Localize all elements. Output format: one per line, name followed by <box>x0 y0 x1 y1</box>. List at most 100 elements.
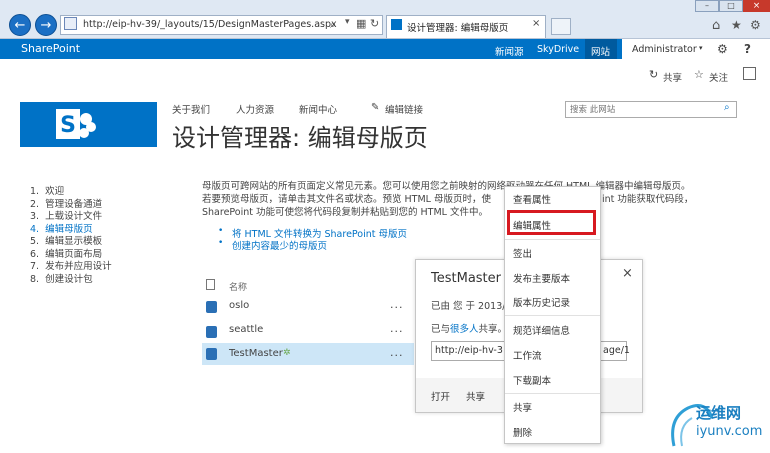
menu-item-view-properties[interactable]: 查看属性 <box>513 192 551 206</box>
callout-share-button[interactable]: 共享 <box>466 389 485 403</box>
column-header-name[interactable]: 名称 <box>229 280 247 293</box>
shared-suffix: 共享。 <box>478 324 508 335</box>
favorites-icon[interactable]: ★ <box>731 18 742 32</box>
suite-link-sites[interactable]: 网站 <box>591 44 610 58</box>
minimal-master-link[interactable]: 创建内容最少的母版页 <box>232 238 327 252</box>
user-chevron-icon[interactable]: ▾ <box>699 44 703 52</box>
shared-people-link[interactable]: 很多人 <box>450 324 479 335</box>
suite-brand[interactable]: SharePoint <box>21 42 80 55</box>
more-options-icon[interactable]: ... <box>390 298 404 311</box>
leftnav-num: 8. <box>30 273 40 285</box>
search-icon[interactable]: ⌕ <box>724 102 730 113</box>
leftnav-label: 发布并应用设计 <box>45 261 112 272</box>
leftnav-label: 编辑页面布局 <box>45 248 103 260</box>
callout-title[interactable]: TestMaster <box>431 271 501 286</box>
leftnav-num: 2. <box>30 198 40 210</box>
topnav-news[interactable]: 新闻中心 <box>299 102 337 116</box>
menu-item-version-history[interactable]: 版本历史记录 <box>513 295 570 309</box>
topnav-hr[interactable]: 人力资源 <box>236 102 274 116</box>
share-button[interactable]: 共享 <box>663 70 682 84</box>
menu-item-delete[interactable]: 删除 <box>513 425 532 439</box>
leftnav-label: 编辑显示模板 <box>45 236 103 247</box>
site-settings-icon[interactable]: ⚙ <box>717 42 728 56</box>
menu-separator <box>505 239 600 240</box>
leftnav-label: 编辑母版页 <box>45 223 93 235</box>
callout-url-start: http://eip-hv-3 <box>435 345 503 356</box>
leftnav-item[interactable]: 1. 欢迎 <box>30 186 112 199</box>
forward-button[interactable]: → <box>35 14 57 36</box>
more-options-icon[interactable]: ... <box>390 322 404 335</box>
browser-tab[interactable]: 设计管理器: 编辑母版页 <box>386 15 546 38</box>
leftnav-item[interactable]: 5. 编辑显示模板 <box>30 236 112 249</box>
topnav-about[interactable]: 关于我们 <box>172 102 210 116</box>
master-file-icon <box>206 301 217 313</box>
list-item-seattle[interactable]: seattle <box>229 324 263 335</box>
bullet: • <box>218 238 224 248</box>
leftnav-num: 1. <box>30 186 40 197</box>
leftnav-item[interactable]: 8. 创建设计包 <box>30 274 112 287</box>
watermark-domain: iyunv.com <box>696 424 763 439</box>
follow-star-icon[interactable]: ☆ <box>694 68 704 81</box>
sharepoint-favicon <box>391 19 402 30</box>
maximize-button[interactable]: □ <box>719 0 743 12</box>
leftnav-item[interactable]: 3. 上载设计文件 <box>30 211 112 224</box>
new-tab-button[interactable] <box>551 18 571 35</box>
menu-item-check-out[interactable]: 签出 <box>513 246 532 260</box>
description-line-3: SharePoint 功能可使您将代码段复制并粘贴到您的 HTML 文件中。 <box>202 207 488 218</box>
menu-item-edit-properties[interactable]: 编辑属性 <box>513 218 551 232</box>
search-icon[interactable]: ⌕ <box>330 18 336 32</box>
callout-close-icon[interactable]: × <box>622 266 633 281</box>
menu-item-publish-major[interactable]: 发布主要版本 <box>513 271 570 285</box>
minimize-button[interactable]: – <box>695 0 719 12</box>
menu-item-compliance-details[interactable]: 规范详细信息 <box>513 323 570 337</box>
focus-content-icon[interactable] <box>743 67 756 80</box>
menu-separator <box>505 315 600 316</box>
help-icon[interactable]: ? <box>744 42 751 56</box>
leftnav-item[interactable]: 2. 管理设备通道 <box>30 199 112 212</box>
sharepoint-logo-icon: S <box>56 109 96 139</box>
callout-shared: 已与很多人共享。 <box>431 321 507 335</box>
shared-prefix: 已与 <box>431 324 451 335</box>
menu-separator <box>505 393 600 394</box>
close-window-button[interactable]: × <box>743 0 770 12</box>
home-icon[interactable]: ⌂ <box>712 18 720 33</box>
tab-close-icon[interactable]: × <box>532 18 540 29</box>
leftnav-num: 4. <box>30 223 40 235</box>
suite-link-skydrive[interactable]: SkyDrive <box>537 44 579 55</box>
menu-item-download-copy[interactable]: 下载副本 <box>513 373 551 387</box>
menu-item-share[interactable]: 共享 <box>513 400 532 414</box>
search-input[interactable] <box>565 101 737 118</box>
leftnav-item[interactable]: 7. 发布并应用设计 <box>30 261 112 274</box>
leftnav-label: 欢迎 <box>45 186 65 197</box>
leftnav-label: 管理设备通道 <box>45 198 103 210</box>
user-menu[interactable]: Administrator <box>632 44 697 55</box>
list-item-oslo[interactable]: oslo <box>229 300 249 311</box>
new-item-icon: ✲ <box>283 348 291 358</box>
follow-button[interactable]: 关注 <box>709 70 728 84</box>
back-button[interactable]: ← <box>9 14 31 36</box>
leftnav-label: 上载设计文件 <box>45 211 103 222</box>
svg-text:S: S <box>60 113 76 138</box>
dropdown-icon[interactable]: ▾ <box>345 17 350 27</box>
list-item-testmaster[interactable]: TestMaster <box>229 348 283 359</box>
menu-item-workflow[interactable]: 工作流 <box>513 348 542 362</box>
site-logo[interactable]: S <box>20 102 157 147</box>
share-icon[interactable]: ↻ <box>649 68 658 81</box>
more-options-icon[interactable]: ... <box>390 346 404 359</box>
leftnav-item[interactable]: 6. 编辑页面布局 <box>30 249 112 262</box>
description-line-2b: int 功能获取代码段， <box>602 194 694 205</box>
settings-gear-icon[interactable]: ⚙ <box>750 18 761 32</box>
refresh-icon[interactable]: ↻ <box>370 17 379 30</box>
leftnav-item-selected[interactable]: 4. 编辑母版页 <box>30 224 112 237</box>
left-nav: 1. 欢迎 2. 管理设备通道 3. 上载设计文件 4. 编辑母版页 5. 编辑… <box>30 186 112 286</box>
edit-links[interactable]: 编辑链接 <box>385 102 423 116</box>
suite-link-newsfeed[interactable]: 新闻源 <box>495 44 524 58</box>
file-type-icon <box>206 279 215 290</box>
leftnav-num: 7. <box>30 261 40 272</box>
leftnav-label: 创建设计包 <box>45 273 93 285</box>
callout-modified: 已由 您 于 2013/ <box>431 301 506 312</box>
leftnav-num: 6. <box>30 248 40 260</box>
master-file-icon <box>206 348 217 360</box>
compat-icon[interactable]: ▦ <box>356 17 366 30</box>
callout-open-button[interactable]: 打开 <box>431 389 450 403</box>
